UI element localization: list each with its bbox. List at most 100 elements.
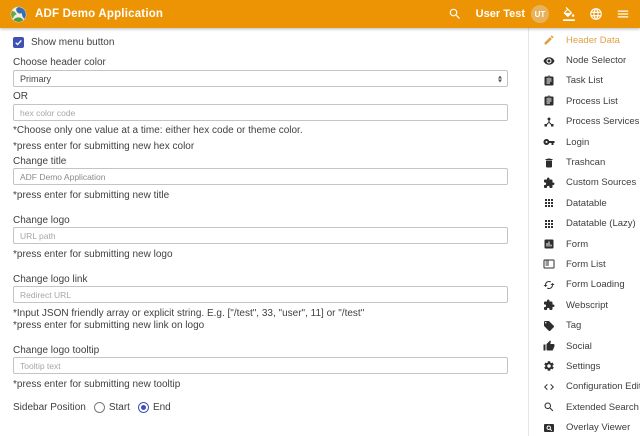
- radio-label: End: [153, 402, 171, 413]
- sidebar-item-tag[interactable]: Tag: [529, 315, 640, 335]
- pageview-icon: [543, 422, 555, 434]
- sidebar-item-label: Custom Sources: [566, 177, 636, 188]
- key-icon: [543, 136, 555, 148]
- change-logo-label: Change logo: [13, 215, 528, 227]
- sidebar-item-node-selector[interactable]: Node Selector: [529, 50, 640, 70]
- sidebar-item-form[interactable]: Form: [529, 234, 640, 254]
- change-logo-tooltip-input[interactable]: [13, 357, 508, 374]
- sidebar-item-label: Trashcan: [566, 157, 605, 168]
- change-logo-input[interactable]: [13, 227, 508, 244]
- sidebar-item-header-data[interactable]: Header Data: [529, 30, 640, 50]
- grid-icon: [543, 197, 555, 209]
- sidebar-item-login[interactable]: Login: [529, 132, 640, 152]
- top-toolbar: ADF Demo Application User Test UT: [0, 0, 640, 28]
- radio-selected-icon: [138, 402, 149, 413]
- show-menu-checkbox[interactable]: Show menu button: [13, 37, 528, 48]
- tooltip-note: *press enter for submitting new tooltip: [13, 379, 528, 391]
- change-title-label: Change title: [13, 156, 528, 168]
- sidebar-item-label: Header Data: [566, 35, 620, 46]
- clipboard-icon: [543, 75, 555, 87]
- sidebar-item-process-services[interactable]: Process Services: [529, 112, 640, 132]
- sidebar-item-configuration-editor[interactable]: Configuration Editor: [529, 377, 640, 397]
- show-menu-label: Show menu button: [31, 37, 114, 48]
- app-window: ADF Demo Application User Test UT Show m…: [0, 0, 640, 436]
- clipboard-icon: [543, 95, 555, 107]
- sidebar-item-settings[interactable]: Settings: [529, 356, 640, 376]
- hex-note-1: *Choose only one value at a time: either…: [13, 125, 528, 137]
- sidebar-item-label: Form: [566, 239, 588, 250]
- sidebar-item-label: Process List: [566, 96, 618, 107]
- tag-icon: [543, 320, 555, 332]
- sidebar-item-label: Form Loading: [566, 279, 625, 290]
- checkbox-checked-icon: [13, 37, 24, 48]
- sidebar-item-custom-sources[interactable]: Custom Sources: [529, 173, 640, 193]
- sidebar-item-label: Datatable (Lazy): [566, 218, 636, 229]
- header-color-select[interactable]: Primary: [13, 70, 508, 87]
- search-icon[interactable]: [448, 7, 462, 21]
- sidebar-item-label: Settings: [566, 361, 600, 372]
- app-title: ADF Demo Application: [35, 8, 163, 20]
- right-sidebar: Header Data Node Selector Task List Process…: [528, 28, 640, 436]
- sidebar-item-label: Datatable: [566, 198, 607, 209]
- hex-color-input[interactable]: [13, 104, 508, 121]
- radio-label: Start: [109, 402, 130, 413]
- change-title-input[interactable]: [13, 168, 508, 185]
- grid-icon: [543, 218, 555, 230]
- theme-color-icon[interactable]: [562, 7, 576, 21]
- select-stepper-icon: [498, 75, 502, 82]
- change-logo-tooltip-label: Change logo tooltip: [13, 345, 528, 357]
- language-globe-icon[interactable]: [589, 7, 603, 21]
- sidebar-item-label: Form List: [566, 259, 606, 270]
- sidebar-item-label: Tag: [566, 320, 581, 331]
- sidebar-item-label: Social: [566, 341, 592, 352]
- sidebar-item-overlay-viewer[interactable]: Overlay Viewer: [529, 417, 640, 436]
- app-logo-icon[interactable]: [10, 6, 27, 23]
- puzzle-icon: [543, 299, 555, 311]
- sidebar-item-task-list[interactable]: Task List: [529, 71, 640, 91]
- sidebar-item-label: Extended Search: [566, 402, 639, 413]
- thumb-up-icon: [543, 340, 555, 352]
- hamburger-menu-icon[interactable]: [616, 7, 630, 21]
- sidebar-position-group: Sidebar Position Start End: [13, 402, 528, 413]
- chart-icon: [543, 238, 555, 250]
- eye-icon: [543, 55, 555, 67]
- or-label: OR: [13, 91, 528, 103]
- sidebar-item-label: Configuration Editor: [566, 381, 640, 392]
- gear-icon: [543, 360, 555, 372]
- sidebar-item-trashcan[interactable]: Trashcan: [529, 152, 640, 172]
- sidebar-position-radio-start[interactable]: Start: [94, 402, 130, 413]
- code-icon: [543, 381, 555, 393]
- sidebar-item-label: Webscript: [566, 300, 608, 311]
- sidebar-position-label: Sidebar Position: [13, 402, 86, 413]
- header-color-label: Choose header color: [13, 57, 528, 69]
- avatar[interactable]: UT: [531, 5, 549, 23]
- sidebar-item-form-loading[interactable]: Form Loading: [529, 275, 640, 295]
- sidebar-item-label: Task List: [566, 75, 603, 86]
- change-logo-link-label: Change logo link: [13, 274, 528, 286]
- title-note: *press enter for submitting new title: [13, 190, 528, 202]
- search-icon: [543, 401, 555, 413]
- sidebar-position-radio-end[interactable]: End: [138, 402, 171, 413]
- form-list-icon: [543, 258, 555, 270]
- puzzle-icon: [543, 177, 555, 189]
- sidebar-item-social[interactable]: Social: [529, 336, 640, 356]
- radio-unselected-icon: [94, 402, 105, 413]
- logo-note: *press enter for submitting new logo: [13, 249, 528, 261]
- sidebar-item-datatable[interactable]: Datatable: [529, 193, 640, 213]
- header-color-value: Primary: [20, 74, 51, 84]
- loop-icon: [543, 279, 555, 291]
- sidebar-item-label: Process Services: [566, 116, 639, 127]
- sidebar-item-label: Overlay Viewer: [566, 422, 630, 433]
- sidebar-item-datatable-lazy[interactable]: Datatable (Lazy): [529, 214, 640, 234]
- hex-note-2: *press enter for submitting new hex colo…: [13, 141, 528, 153]
- sidebar-item-extended-search[interactable]: Extended Search: [529, 397, 640, 417]
- sidebar-item-form-list[interactable]: Form List: [529, 254, 640, 274]
- logo-link-note-1: *Input JSON friendly array or explicit s…: [13, 308, 528, 320]
- change-logo-link-input[interactable]: [13, 286, 508, 303]
- trash-icon: [543, 157, 555, 169]
- hub-icon: [543, 116, 555, 128]
- logo-link-note-2: *press enter for submitting new link on …: [13, 320, 528, 332]
- sidebar-item-process-list[interactable]: Process List: [529, 91, 640, 111]
- sidebar-item-webscript[interactable]: Webscript: [529, 295, 640, 315]
- user-name[interactable]: User Test: [476, 8, 525, 20]
